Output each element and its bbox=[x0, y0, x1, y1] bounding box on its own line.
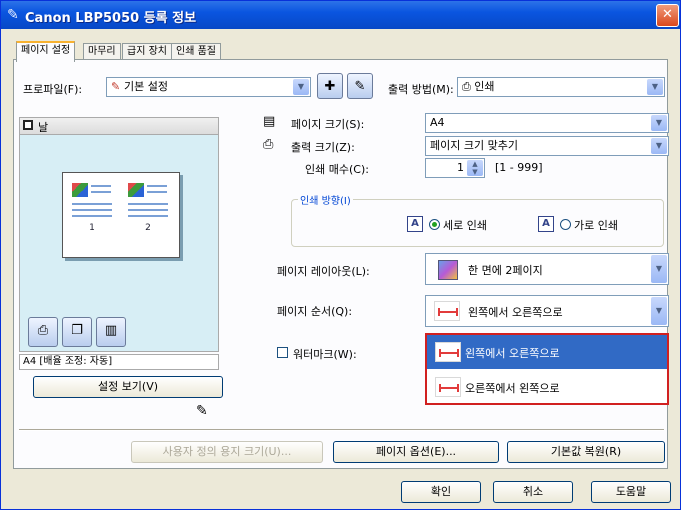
preview-status: A4 [배율 조정: 자동] bbox=[19, 354, 219, 370]
chevron-down-icon: ▼ bbox=[647, 79, 663, 95]
profile-icon: ✎ bbox=[111, 80, 125, 93]
cancel-button[interactable]: 취소 bbox=[493, 481, 573, 503]
preview-label: 날 bbox=[38, 121, 49, 134]
tab-paper-source[interactable]: 급지 장치 bbox=[122, 43, 172, 60]
watermark-label[interactable]: 워터마크(W): bbox=[293, 346, 357, 362]
copies-input[interactable]: 1 ▲ ▼ bbox=[425, 158, 485, 178]
output-size-select[interactable]: 페이지 크기 맞추기 ▼ bbox=[425, 136, 669, 156]
picture-icon bbox=[72, 183, 88, 197]
landscape-label[interactable]: 가로 인쇄 bbox=[574, 217, 618, 233]
preview-toggle-icon bbox=[23, 120, 33, 130]
landscape-radio[interactable] bbox=[560, 219, 571, 230]
chevron-down-icon: ▼ bbox=[651, 255, 667, 283]
page-order-dropdown: 왼쪽에서 오른쪽으로 오른쪽에서 왼쪽으로 bbox=[425, 333, 669, 405]
tab-quality[interactable]: 인쇄 품질 bbox=[171, 43, 221, 60]
chevron-down-icon: ▼ bbox=[651, 138, 667, 154]
printer-icon: ⎙ bbox=[37, 323, 49, 338]
preview-sheet: 1 2 bbox=[62, 172, 180, 258]
page-number: 1 bbox=[89, 223, 95, 233]
close-button[interactable]: ✕ bbox=[656, 4, 679, 27]
color-bars-icon: ▥ bbox=[104, 323, 118, 338]
color-view-button[interactable]: ▥ bbox=[96, 317, 126, 347]
layout-icon bbox=[438, 260, 458, 280]
preview-page: 2 bbox=[125, 179, 171, 247]
watermark-checkbox[interactable] bbox=[277, 347, 288, 358]
page-layout-select[interactable]: 한 면에 2페이지 ▼ bbox=[425, 253, 669, 285]
picture-icon bbox=[128, 183, 144, 197]
output-method-value: 인쇄 bbox=[474, 80, 495, 93]
printer-view-button[interactable]: ⎙ bbox=[28, 317, 58, 347]
properties-dialog: ✎ Canon LBP5050 등록 정보 ✕ 페이지 설정 마무리 급지 장치… bbox=[0, 0, 681, 510]
copies-value: 1 bbox=[457, 161, 464, 174]
wrench-icon[interactable]: ✎ bbox=[196, 403, 208, 419]
output-method-label: 출력 방법(M): bbox=[388, 83, 454, 96]
output-method-select[interactable]: ⎙ 인쇄 ▼ bbox=[457, 77, 665, 97]
layout-preview: 1 2 ⎙ ❐ ▥ bbox=[19, 134, 219, 352]
page-order-label: 페이지 순서(Q): bbox=[277, 305, 353, 318]
page-layout-value: 한 면에 2페이지 bbox=[468, 264, 543, 277]
right-to-left-icon bbox=[435, 377, 461, 397]
option-label: 오른쪽에서 왼쪽으로 bbox=[465, 382, 560, 395]
help-button[interactable]: 도움말 bbox=[591, 481, 671, 503]
page-size-value: A4 bbox=[430, 116, 445, 129]
dropdown-option-left-to-right[interactable]: 왼쪽에서 오른쪽으로 bbox=[427, 335, 667, 369]
dropdown-option-right-to-left[interactable]: 오른쪽에서 왼쪽으로 bbox=[427, 370, 667, 404]
portrait-icon: A bbox=[407, 216, 423, 232]
output-size-value: 페이지 크기 맞추기 bbox=[430, 139, 518, 152]
ok-button[interactable]: 확인 bbox=[401, 481, 481, 503]
option-label: 왼쪽에서 오른쪽으로 bbox=[465, 347, 560, 360]
output-method-icon: ⎙ bbox=[462, 80, 475, 93]
page-view-button[interactable]: ❐ bbox=[62, 317, 92, 347]
view-settings-button[interactable]: 설정 보기(V) bbox=[33, 376, 223, 398]
left-to-right-icon bbox=[435, 342, 461, 362]
copies-range: [1 - 999] bbox=[495, 161, 543, 174]
portrait-radio[interactable] bbox=[429, 219, 440, 230]
page-number: 2 bbox=[145, 223, 151, 233]
orientation-group: 인쇄 방향(I) A 세로 인쇄 A 가로 인쇄 bbox=[291, 192, 664, 247]
profile-label: 프로파일(F): bbox=[23, 83, 83, 96]
profile-add-icon: ✚ bbox=[324, 79, 336, 94]
printer-icon: ✎ bbox=[7, 7, 19, 23]
portrait-label[interactable]: 세로 인쇄 bbox=[443, 217, 487, 233]
profile-select[interactable]: ✎ 기본 설정 ▼ bbox=[106, 77, 311, 97]
separator bbox=[19, 429, 664, 431]
chevron-down-icon: ▼ bbox=[651, 297, 667, 325]
preview-page: 1 bbox=[69, 179, 115, 247]
edit-profile-button[interactable]: ✎ bbox=[347, 73, 373, 99]
chevron-down-icon: ▼ bbox=[651, 115, 667, 131]
page-size-label: 페이지 크기(S): bbox=[291, 118, 365, 131]
tab-page-setup[interactable]: 페이지 설정 bbox=[16, 41, 76, 62]
page-size-select[interactable]: A4 ▼ bbox=[425, 113, 669, 133]
profile-edit-icon: ✎ bbox=[354, 79, 366, 94]
orientation-title: 인쇄 방향(I) bbox=[298, 192, 353, 207]
tab-finishing[interactable]: 마무리 bbox=[83, 43, 121, 60]
page-options-button[interactable]: 페이지 옵션(E)... bbox=[333, 441, 499, 463]
title-bar[interactable]: ✎ Canon LBP5050 등록 정보 ✕ bbox=[1, 1, 680, 29]
spinner-icon[interactable]: ▲ ▼ bbox=[467, 160, 483, 176]
preview-header: 날 bbox=[19, 117, 219, 135]
left-to-right-icon bbox=[434, 301, 460, 321]
profile-value: 기본 설정 bbox=[124, 80, 169, 93]
page-order-select[interactable]: 왼쪽에서 오른쪽으로 ▼ bbox=[425, 295, 669, 327]
copies-label: 인쇄 매수(C): bbox=[305, 163, 369, 176]
output-size-icon: ⎙ bbox=[263, 137, 274, 152]
custom-paper-size-button[interactable]: 사용자 정의 용지 크기(U)... bbox=[131, 441, 323, 463]
pages-icon: ❐ bbox=[71, 323, 83, 338]
page-layout-label: 페이지 레이아웃(L): bbox=[277, 265, 370, 278]
output-size-label: 출력 크기(Z): bbox=[291, 141, 355, 154]
page-order-value: 왼쪽에서 오른쪽으로 bbox=[468, 306, 563, 319]
chevron-down-icon: ▼ bbox=[293, 79, 309, 95]
landscape-icon: A bbox=[538, 216, 554, 232]
page-size-icon: ▤ bbox=[263, 114, 276, 129]
restore-defaults-button[interactable]: 기본값 복원(R) bbox=[507, 441, 665, 463]
window-title: Canon LBP5050 등록 정보 bbox=[25, 11, 197, 26]
add-profile-button[interactable]: ✚ bbox=[317, 73, 343, 99]
